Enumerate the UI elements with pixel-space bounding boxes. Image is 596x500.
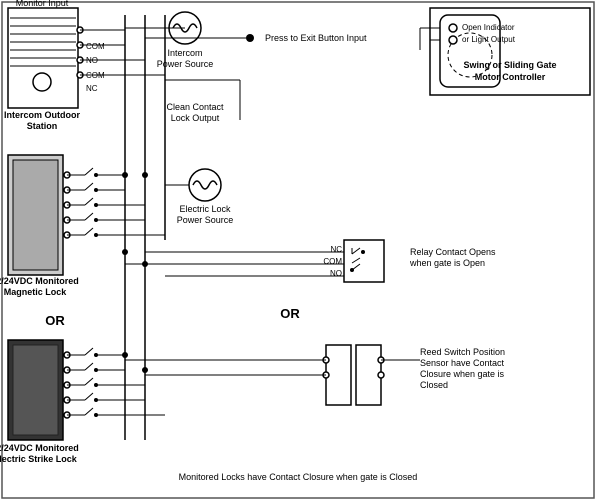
- svg-text:COM: COM: [323, 257, 342, 266]
- svg-text:OR: OR: [280, 306, 300, 321]
- wiring-diagram: Monitor Input COM NO COM NC Intercom Out…: [0, 0, 596, 500]
- svg-text:NC: NC: [86, 84, 98, 93]
- svg-text:12/24VDC Monitored: 12/24VDC Monitored: [0, 443, 79, 453]
- svg-text:COM: COM: [86, 42, 105, 51]
- svg-text:Swing or Sliding Gate: Swing or Sliding Gate: [463, 60, 556, 70]
- svg-text:Sensor have Contact: Sensor have Contact: [420, 358, 505, 368]
- svg-text:Intercom Outdoor: Intercom Outdoor: [4, 110, 80, 120]
- svg-text:Press to Exit Button Input: Press to Exit Button Input: [265, 33, 367, 43]
- svg-text:Station: Station: [27, 121, 58, 131]
- svg-text:Closure when gate is: Closure when gate is: [420, 369, 505, 379]
- svg-text:Magnetic Lock: Magnetic Lock: [4, 287, 68, 297]
- svg-text:12/24VDC Monitored: 12/24VDC Monitored: [0, 276, 79, 286]
- svg-text:Reed Switch Position: Reed Switch Position: [420, 347, 505, 357]
- svg-text:Power Source: Power Source: [177, 215, 234, 225]
- svg-text:Monitor Input: Monitor Input: [16, 0, 69, 8]
- svg-text:or Light Output: or Light Output: [462, 35, 516, 44]
- svg-text:OR: OR: [45, 313, 65, 328]
- svg-text:Motor Controller: Motor Controller: [475, 72, 546, 82]
- svg-text:Lock Output: Lock Output: [171, 113, 220, 123]
- svg-text:Closed: Closed: [420, 380, 448, 390]
- svg-text:Monitored Locks have Contact C: Monitored Locks have Contact Closure whe…: [179, 472, 418, 482]
- svg-text:Open Indicator: Open Indicator: [462, 23, 515, 32]
- svg-text:NO: NO: [330, 269, 342, 278]
- svg-text:Electric Strike Lock: Electric Strike Lock: [0, 454, 78, 464]
- svg-text:Clean Contact: Clean Contact: [166, 102, 224, 112]
- svg-text:Intercom: Intercom: [167, 48, 202, 58]
- svg-text:Electric Lock: Electric Lock: [179, 204, 231, 214]
- svg-text:Relay Contact Opens: Relay Contact Opens: [410, 247, 496, 257]
- svg-text:NC: NC: [330, 245, 342, 254]
- svg-text:when gate is Open: when gate is Open: [409, 258, 485, 268]
